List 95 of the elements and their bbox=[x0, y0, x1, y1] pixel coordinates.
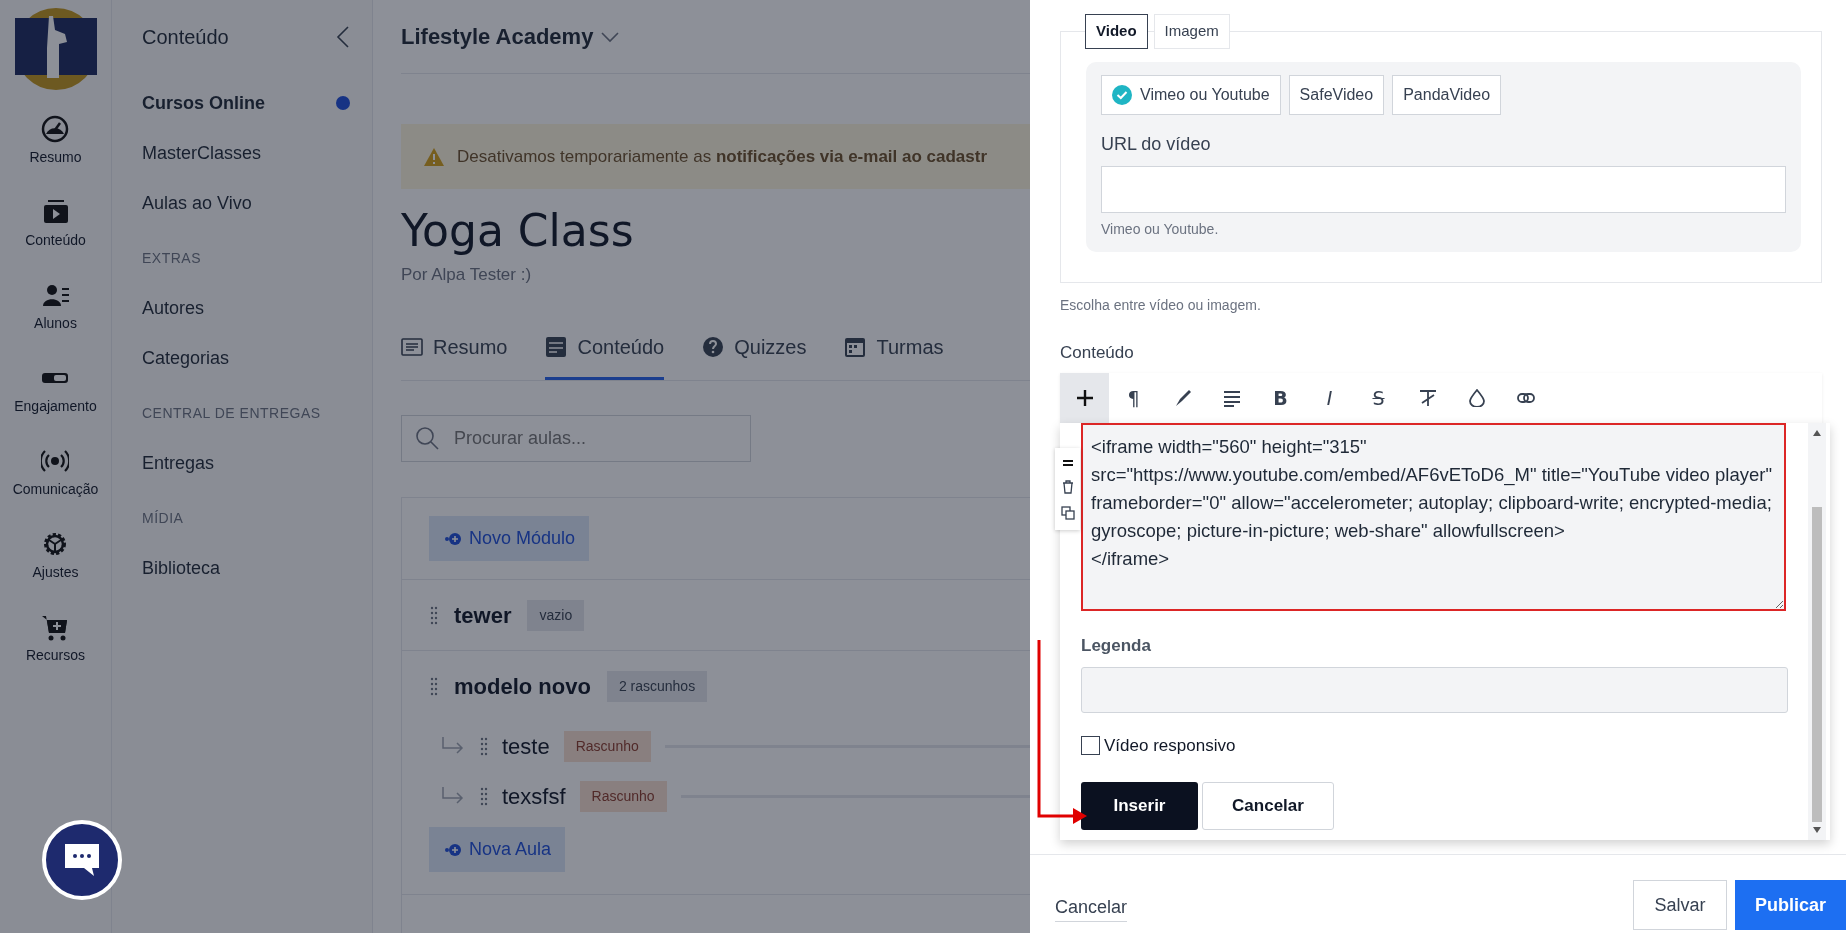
code-field[interactable]: <iframe width="560" height="315" src="https://www.youtube.com/embed/AF6vEToD6_M" title="YouTube video player" frameborder="0" allow="accelerometer; autoplay; clipboard-write; encrypted-media; gyroscope; picture-in-picture; web-share" allowfullscreen> </iframe> bbox=[1081, 423, 1786, 611]
field-label: URL do vídeo bbox=[1101, 132, 1212, 156]
menu-item[interactable]: Categorias bbox=[142, 344, 230, 372]
drop-icon bbox=[1467, 389, 1486, 407]
search-icon bbox=[415, 426, 439, 451]
video-icon[interactable] bbox=[41, 198, 70, 226]
add-icon bbox=[443, 841, 461, 858]
module-title: modelo novo bbox=[454, 672, 591, 701]
menu-item[interactable]: Autores bbox=[142, 294, 205, 322]
status-badge: Rascunho bbox=[563, 730, 651, 762]
drag-handle-icon[interactable] bbox=[430, 676, 438, 696]
menu-item[interactable]: Entregas bbox=[142, 449, 215, 477]
status-badge: Rascunho bbox=[579, 780, 667, 812]
cart-icon[interactable] bbox=[41, 613, 70, 641]
drag-handle-icon[interactable] bbox=[480, 786, 488, 806]
media-tab[interactable]: Video bbox=[1085, 14, 1148, 49]
field-label: Conteúdo bbox=[1060, 341, 1135, 364]
paragraph-button[interactable]: ¶ bbox=[1109, 373, 1158, 423]
check-circle-icon bbox=[1112, 84, 1132, 105]
scrollbar[interactable] bbox=[1808, 423, 1826, 840]
lesson-title[interactable]: texsfsf bbox=[502, 779, 566, 813]
scroll-up-icon[interactable] bbox=[1812, 429, 1822, 437]
provider-option[interactable]: Vimeo ou Youtube bbox=[1101, 74, 1281, 115]
provider-option[interactable]: SafeVideo bbox=[1288, 74, 1385, 115]
media-tab[interactable]: Imagem bbox=[1153, 14, 1230, 49]
menu-item[interactable]: Cursos Online bbox=[142, 89, 266, 117]
gauge-icon[interactable] bbox=[41, 115, 70, 143]
drag-handle-icon[interactable] bbox=[430, 605, 438, 625]
cancel-link[interactable]: Cancelar bbox=[1055, 894, 1128, 922]
plus-button[interactable] bbox=[1060, 373, 1109, 423]
warning-icon bbox=[423, 146, 445, 167]
module-title: tewer bbox=[454, 601, 512, 630]
question-icon bbox=[702, 336, 725, 359]
new-lesson-button[interactable]: Nova Aula bbox=[429, 827, 566, 873]
section-heading: CENTRAL DE ENTREGAS bbox=[142, 404, 322, 423]
course-tab[interactable]: Resumo bbox=[401, 317, 508, 381]
bold-button[interactable]: B bbox=[1256, 373, 1305, 423]
provider-option[interactable]: PandaVideo bbox=[1392, 74, 1502, 115]
menu-item[interactable]: MasterClasses bbox=[142, 139, 262, 167]
rail-label[interactable]: Comunicação bbox=[12, 479, 99, 500]
rail-label[interactable]: Engajamento bbox=[14, 396, 97, 417]
cancel-button[interactable]: Cancelar bbox=[1202, 782, 1334, 830]
align-icon bbox=[1222, 389, 1241, 407]
collapse-icon[interactable] bbox=[336, 26, 350, 48]
drag-handle-icon[interactable] bbox=[480, 736, 488, 756]
submenu-title: Conteúdo bbox=[142, 25, 229, 50]
plus-icon bbox=[1075, 389, 1094, 407]
pen-icon bbox=[1173, 389, 1192, 407]
scroll-down-icon[interactable] bbox=[1812, 826, 1822, 834]
section-heading: MÍDIA bbox=[142, 509, 185, 528]
active-dot bbox=[336, 96, 350, 110]
field-hint: Escolha entre vídeo ou imagem. bbox=[1060, 295, 1262, 315]
insert-button[interactable]: Inserir bbox=[1081, 782, 1198, 830]
add-icon bbox=[443, 530, 461, 547]
strikethrough-button[interactable]: S bbox=[1354, 373, 1403, 423]
caption-input[interactable] bbox=[1081, 666, 1788, 713]
menu-item[interactable]: Aulas ao Vivo bbox=[142, 189, 252, 217]
checkbox-label[interactable]: Vídeo responsivo bbox=[1104, 732, 1236, 758]
search-field[interactable]: Procurar aulas... bbox=[401, 415, 751, 463]
course-tab[interactable]: Quizzes bbox=[702, 317, 807, 381]
status-badge: vazio bbox=[527, 599, 585, 631]
field-label: Legenda bbox=[1081, 635, 1152, 657]
checkbox[interactable] bbox=[1081, 735, 1100, 755]
school-name[interactable]: Lifestyle Academy bbox=[401, 20, 594, 53]
clear-format-icon bbox=[1418, 389, 1437, 407]
drag-lines-icon[interactable] bbox=[1061, 458, 1074, 468]
alert-text: Desativamos temporariamente as notificações via e-mail ao cadastr bbox=[457, 145, 988, 168]
rail-label[interactable]: Resumo bbox=[29, 147, 82, 168]
section-heading: EXTRAS bbox=[142, 249, 202, 268]
document-icon bbox=[401, 336, 423, 359]
calendar-icon bbox=[844, 336, 867, 359]
menu-item[interactable]: Biblioteca bbox=[142, 554, 221, 582]
chat-icon bbox=[62, 841, 102, 879]
trash-icon[interactable] bbox=[1061, 480, 1074, 494]
list-icon bbox=[545, 336, 568, 359]
duplicate-icon[interactable] bbox=[1060, 506, 1075, 520]
italic-button[interactable]: I bbox=[1305, 373, 1354, 423]
publish-button[interactable]: Publicar bbox=[1735, 880, 1846, 930]
rail-label[interactable]: Conteúdo bbox=[25, 230, 86, 251]
course-title: Yoga Class bbox=[401, 205, 635, 258]
status-badge: 2 rascunhos bbox=[606, 670, 708, 702]
field-hint: Vimeo ou Youtube. bbox=[1101, 219, 1220, 239]
course-author: Por Alpa Tester :) bbox=[401, 263, 533, 286]
broadcast-icon[interactable] bbox=[41, 447, 70, 475]
rail-label[interactable]: Recursos bbox=[25, 645, 86, 666]
rail-label[interactable]: Ajustes bbox=[32, 562, 79, 583]
url-input[interactable] bbox=[1101, 165, 1786, 213]
scrollbar-thumb[interactable] bbox=[1812, 507, 1822, 822]
save-button[interactable]: Salvar bbox=[1633, 880, 1727, 930]
lesson-title[interactable]: teste bbox=[502, 729, 550, 763]
rail-label[interactable]: Alunos bbox=[34, 313, 77, 334]
course-tab[interactable]: Conteúdo bbox=[545, 317, 665, 381]
new-module-button[interactable]: Novo Módulo bbox=[429, 516, 590, 562]
chevron-down-icon[interactable] bbox=[601, 30, 620, 43]
course-tab[interactable]: Turmas bbox=[844, 317, 944, 381]
